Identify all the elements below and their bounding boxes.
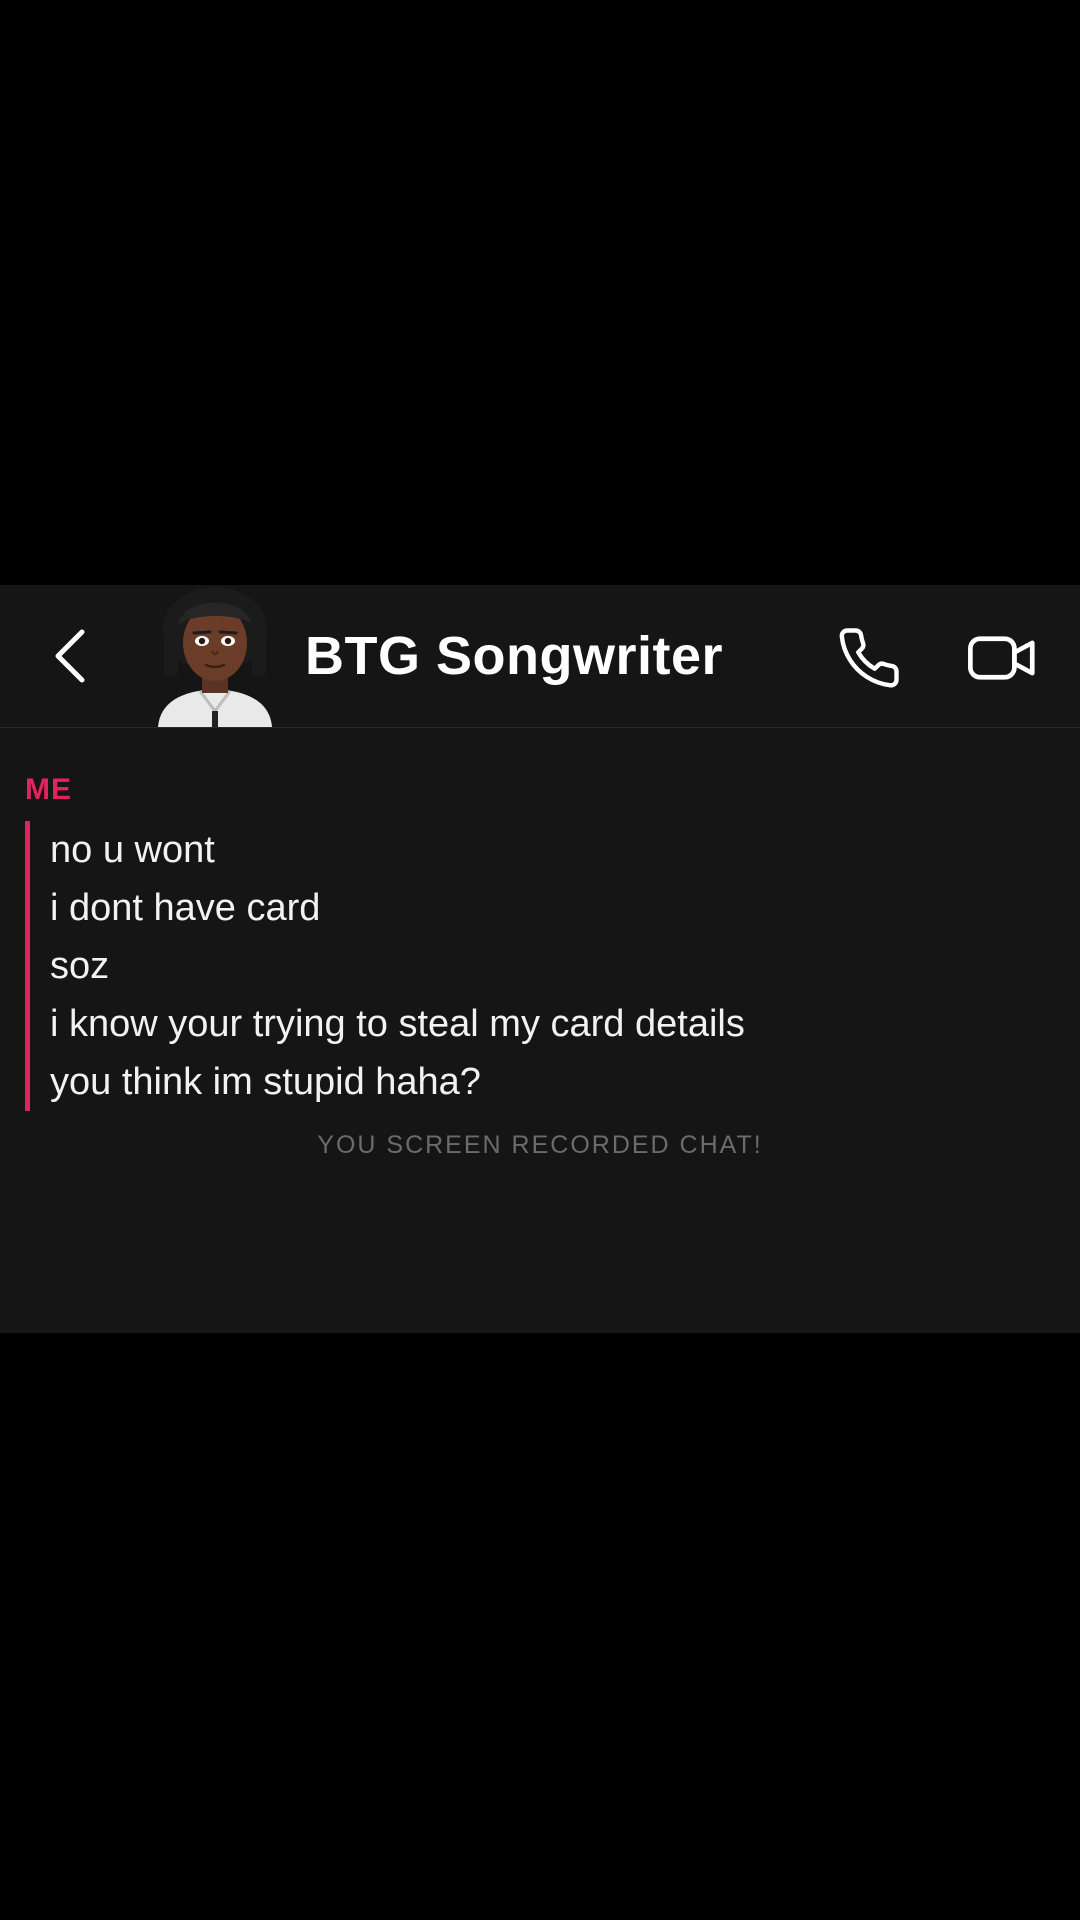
message-item[interactable]: you think im stupid haha? <box>50 1053 1050 1111</box>
chat-header: BTG Songwriter <box>0 585 1080 728</box>
bitmoji-avatar-icon <box>158 587 272 727</box>
screen-recorded-notice: YOU SCREEN RECORDED CHAT! <box>317 1131 763 1159</box>
call-button[interactable] <box>836 625 902 691</box>
chevron-left-icon <box>55 629 85 683</box>
message-item[interactable]: soz <box>50 937 1050 995</box>
sender-label: ME <box>25 773 72 806</box>
video-camera-icon <box>968 636 1035 680</box>
back-button[interactable] <box>40 621 100 691</box>
chat-panel: BTG Songwriter ME no u wont i dont have … <box>0 585 1080 1333</box>
message-item[interactable]: no u wont <box>50 821 1050 879</box>
phone-icon <box>839 628 899 688</box>
video-call-button[interactable] <box>966 625 1038 691</box>
message-item[interactable]: i dont have card <box>50 879 1050 937</box>
contact-name[interactable]: BTG Songwriter <box>305 585 723 727</box>
avatar[interactable] <box>150 585 280 727</box>
message-item[interactable]: i know your trying to steal my card deta… <box>50 995 1050 1053</box>
message-group: no u wont i dont have card soz i know yo… <box>25 821 1050 1111</box>
